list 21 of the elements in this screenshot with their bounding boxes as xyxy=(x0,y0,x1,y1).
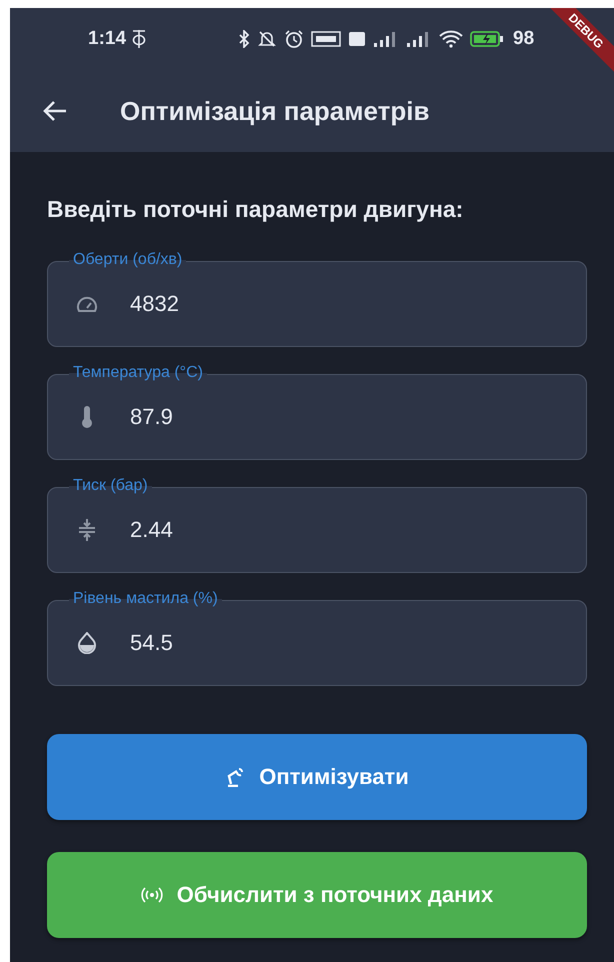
form-heading: Введіть поточні параметри двигуна: xyxy=(47,196,464,223)
bluetooth-icon xyxy=(238,30,250,48)
status-time: 1:14 xyxy=(88,28,126,50)
alarm-icon xyxy=(284,29,304,49)
compress-icon xyxy=(77,518,97,542)
robot-arm-icon xyxy=(225,767,246,787)
app-bar-title: Оптимізація параметрів xyxy=(120,96,430,126)
action-button[interactable]: Оптимізувати xyxy=(47,734,587,820)
wifi-icon xyxy=(439,30,464,48)
speedometer-icon xyxy=(76,295,98,313)
battery-level: 98 xyxy=(513,28,534,50)
muted-bell-icon xyxy=(257,30,278,48)
thermometer-icon xyxy=(80,405,94,429)
field-label: Оберти (об/хв) xyxy=(69,251,186,269)
phi-icon xyxy=(132,29,146,49)
sensor-icon xyxy=(140,887,163,903)
field-label: Рівень мастила (%) xyxy=(69,590,222,608)
water-drop-icon xyxy=(78,632,96,654)
field-label: Тиск (бар) xyxy=(69,477,152,495)
battery-icon xyxy=(470,30,504,48)
field-label: Температура (°C) xyxy=(69,364,207,382)
